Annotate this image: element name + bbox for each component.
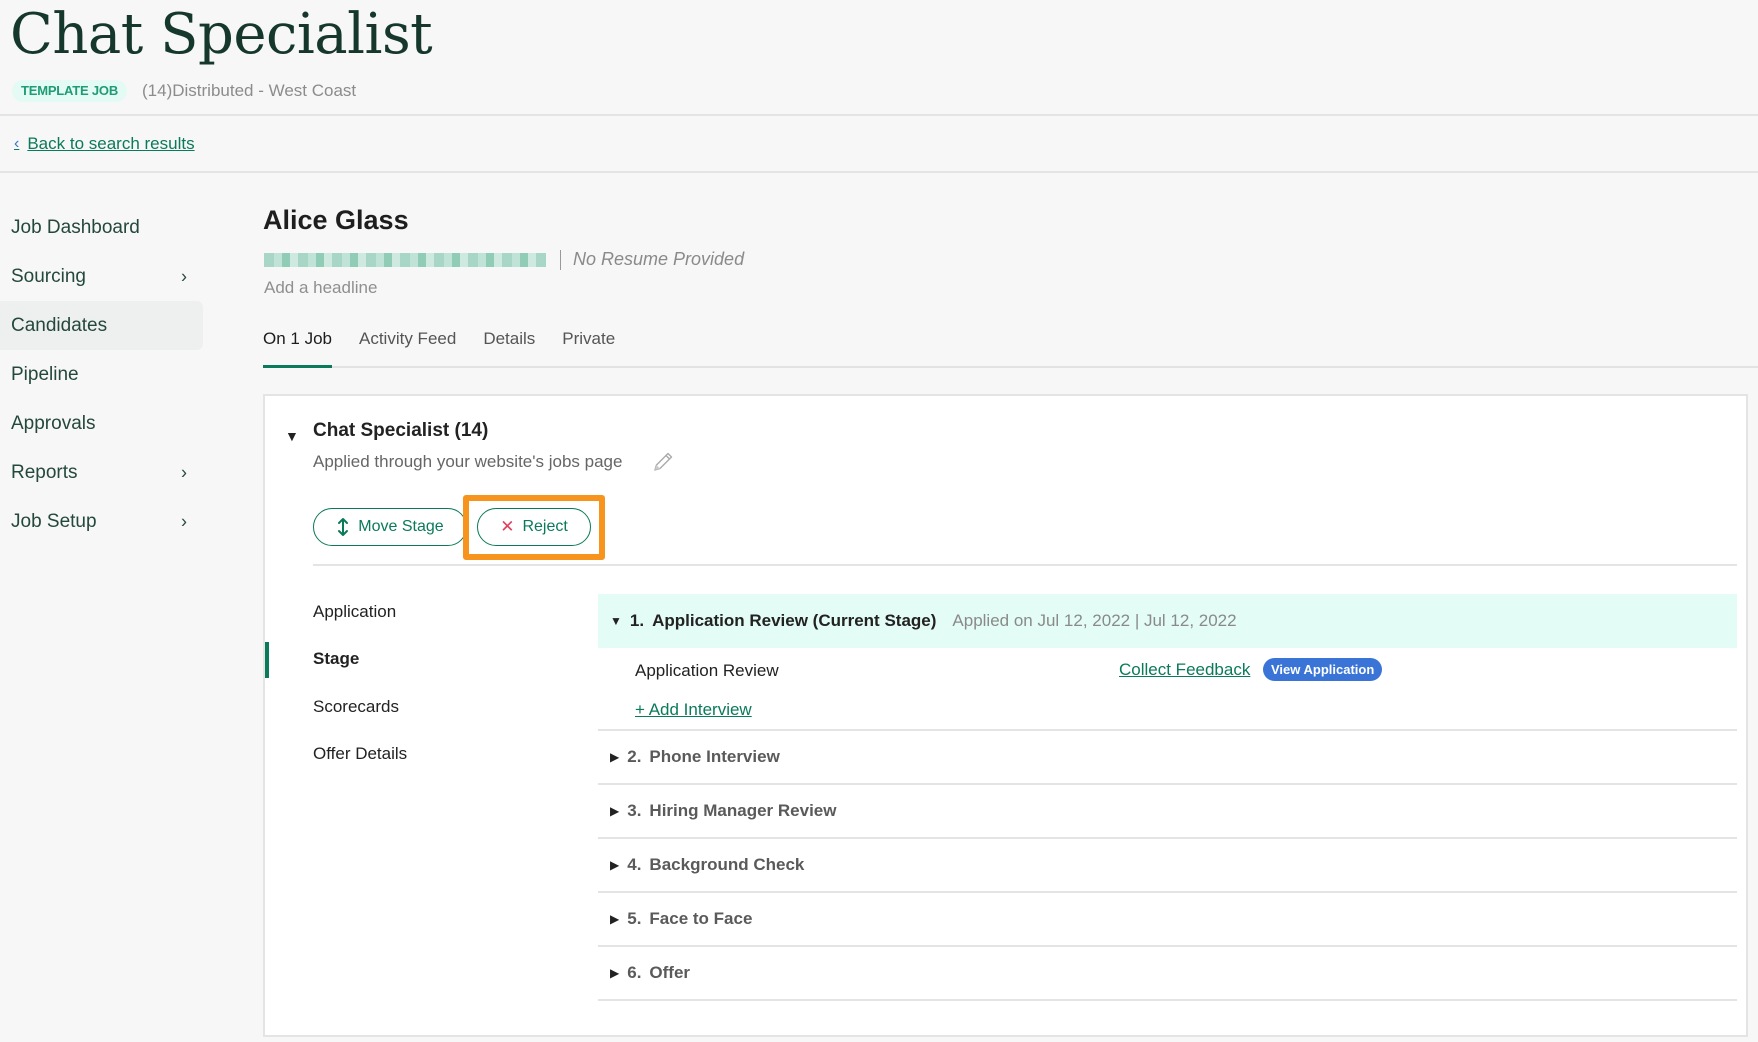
sidebar-item-label: Approvals <box>11 412 96 434</box>
sidebar-item-reports[interactable]: Reports › <box>0 448 203 497</box>
sidebar-nav: Job Dashboard Sourcing › Candidates Pipe… <box>0 203 203 546</box>
stage-title: Hiring Manager Review <box>649 801 837 820</box>
reject-button[interactable]: ✕ Reject <box>477 508 591 546</box>
chevron-right-icon: › <box>181 511 187 531</box>
view-application-button[interactable]: View Application <box>1263 658 1383 681</box>
stage-title: Offer <box>649 963 691 982</box>
subnav-scorecards[interactable]: Scorecards <box>265 683 565 731</box>
stage-title: Application Review (Current Stage) <box>652 611 937 630</box>
subnav-stage[interactable]: Stage <box>265 636 565 684</box>
sidebar-item-job-setup[interactable]: Job Setup › <box>0 497 203 546</box>
stage-row[interactable]: ▶ 6. Offer <box>598 947 1737 1001</box>
stage-title: Phone Interview <box>649 747 780 766</box>
subnav-application[interactable]: Application <box>265 588 565 636</box>
job-location: (14)Distributed - West Coast <box>142 81 357 100</box>
current-stage-header[interactable]: ▼ 1. Application Review (Current Stage) … <box>598 594 1737 648</box>
tab-details[interactable]: Details <box>483 326 535 366</box>
sidebar-item-label: Job Dashboard <box>11 216 140 238</box>
chevron-right-icon: › <box>181 266 187 286</box>
sidebar-item-label: Reports <box>11 461 78 483</box>
pencil-icon[interactable] <box>651 450 675 474</box>
stage-number: 3. <box>627 801 642 820</box>
stage-dates: Applied on Jul 12, 2022 | Jul 12, 2022 <box>952 611 1237 630</box>
caret-right-icon: ▶ <box>610 804 620 818</box>
tab-private[interactable]: Private <box>562 326 615 366</box>
caret-down-icon[interactable]: ▼ <box>285 428 299 444</box>
current-stage-body: Application Review Collect Feedback View… <box>598 648 1737 731</box>
back-to-search-link[interactable]: ‹ Back to search results <box>14 134 195 154</box>
add-headline-field[interactable]: Add a headline <box>264 278 377 298</box>
reject-label: Reject <box>522 518 568 535</box>
stage-row[interactable]: ▶ 5. Face to Face <box>598 893 1737 947</box>
breadcrumb-divider <box>0 171 1758 173</box>
stage-title: Background Check <box>649 855 805 874</box>
job-application-card: ▼ Chat Specialist (14) Applied through y… <box>263 394 1748 1037</box>
interview-name: Application Review <box>635 661 779 680</box>
application-subnav: Application Stage Scorecards Offer Detai… <box>265 588 565 778</box>
sidebar-item-label: Sourcing <box>11 265 86 287</box>
candidate-tabs: On 1 Job Activity Feed Details Private <box>263 326 1758 368</box>
stage-list: ▼ 1. Application Review (Current Stage) … <box>598 594 1737 1001</box>
stage-number: 4. <box>627 855 642 874</box>
card-divider <box>313 564 1737 566</box>
sidebar-item-label: Job Setup <box>11 510 97 532</box>
header-divider <box>0 114 1758 116</box>
stage-row[interactable]: ▶ 4. Background Check <box>598 839 1737 893</box>
candidate-name: Alice Glass <box>263 205 409 235</box>
tab-on-1-job[interactable]: On 1 Job <box>263 326 332 368</box>
caret-right-icon: ▶ <box>610 750 620 764</box>
add-interview-link[interactable]: + Add Interview <box>635 700 752 720</box>
sidebar-item-approvals[interactable]: Approvals <box>0 399 203 448</box>
stage-number: 1. <box>629 611 645 630</box>
sidebar-item-job-dashboard[interactable]: Job Dashboard <box>0 203 203 252</box>
chevron-left-icon: ‹ <box>14 135 20 152</box>
chevron-right-icon: › <box>181 462 187 482</box>
collect-feedback-link[interactable]: Collect Feedback <box>1119 660 1250 680</box>
candidate-email-redacted[interactable] <box>264 253 546 267</box>
stage-number: 2. <box>627 747 642 766</box>
vertical-separator <box>560 250 561 270</box>
sidebar-item-candidates[interactable]: Candidates <box>0 301 203 350</box>
sidebar-item-pipeline[interactable]: Pipeline <box>0 350 203 399</box>
sidebar-item-sourcing[interactable]: Sourcing › <box>0 252 203 301</box>
caret-right-icon: ▶ <box>610 912 620 926</box>
close-icon: ✕ <box>500 517 515 536</box>
move-stage-button[interactable]: Move Stage <box>313 508 467 546</box>
template-job-badge: TEMPLATE JOB <box>12 80 128 102</box>
stage-row[interactable]: ▶ 3. Hiring Manager Review <box>598 785 1737 839</box>
up-down-arrow-icon <box>338 518 349 536</box>
caret-right-icon: ▶ <box>610 966 620 980</box>
subnav-offer-details[interactable]: Offer Details <box>265 731 565 779</box>
caret-right-icon: ▶ <box>610 858 620 872</box>
move-stage-label: Move Stage <box>358 518 444 535</box>
stage-number: 5. <box>627 909 642 928</box>
back-link-label: Back to search results <box>27 134 195 153</box>
caret-down-icon: ▼ <box>610 614 622 628</box>
stage-number: 6. <box>627 963 642 982</box>
sidebar-item-label: Candidates <box>11 314 108 336</box>
page-title: Chat Specialist <box>10 2 433 67</box>
resume-status: No Resume Provided <box>573 249 745 269</box>
tab-activity-feed[interactable]: Activity Feed <box>359 326 456 366</box>
sidebar-item-label: Pipeline <box>11 363 79 385</box>
stage-row[interactable]: ▶ 2. Phone Interview <box>598 731 1737 785</box>
job-title: Chat Specialist (14) <box>313 420 489 441</box>
application-source: Applied through your website's jobs page <box>313 452 623 471</box>
stage-title: Face to Face <box>649 909 753 928</box>
